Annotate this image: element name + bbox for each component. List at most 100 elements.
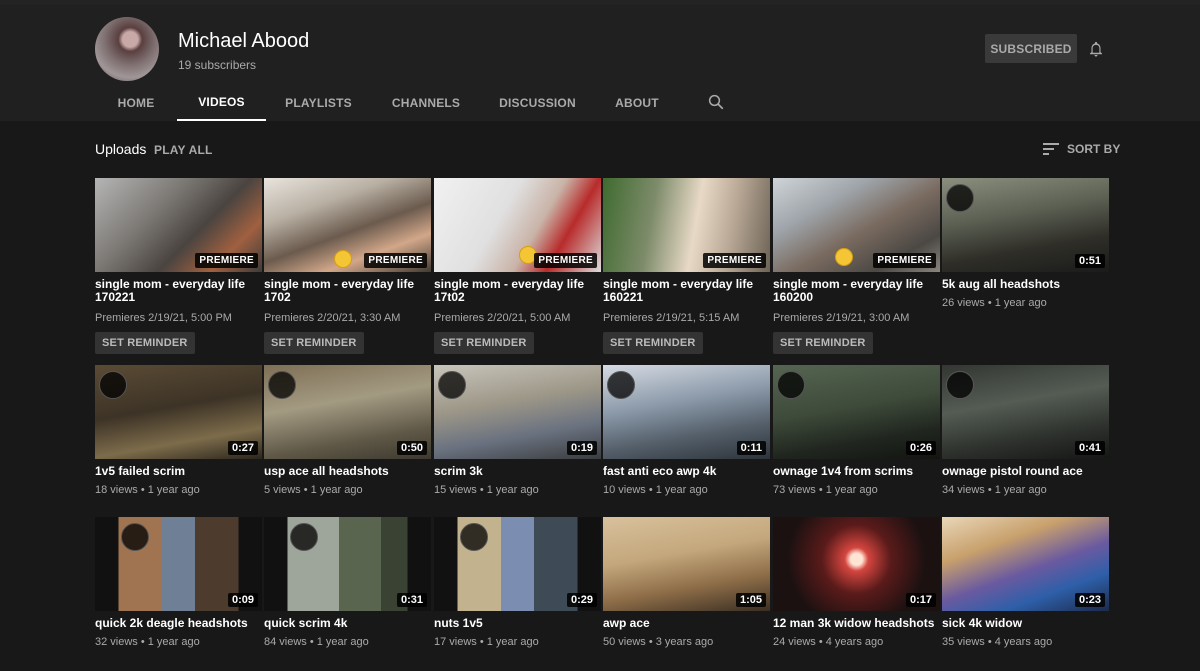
duration-badge: 1:05: [735, 593, 766, 607]
video-card[interactable]: 0:09 quick 2k deagle headshots 32 views …: [95, 517, 262, 649]
set-reminder-button[interactable]: SET REMINDER: [264, 332, 364, 354]
video-title[interactable]: awp ace: [603, 617, 770, 630]
video-card[interactable]: 0:27 1v5 failed scrim 18 views • 1 year …: [95, 365, 262, 497]
tab-channels[interactable]: CHANNELS: [371, 84, 481, 121]
video-card[interactable]: 0:29 nuts 1v5 17 views • 1 year ago: [434, 517, 601, 649]
video-thumbnail[interactable]: 0:11: [603, 365, 770, 459]
video-title[interactable]: single mom - everyday life 160221: [603, 278, 770, 304]
duration-badge: 0:11: [736, 441, 766, 455]
set-reminder-button[interactable]: SET REMINDER: [434, 332, 534, 354]
video-title[interactable]: quick scrim 4k: [264, 617, 431, 630]
video-card[interactable]: 0:51 5k aug all headshots 26 views • 1 y…: [942, 178, 1109, 310]
video-title[interactable]: usp ace all headshots: [264, 465, 431, 478]
duration-badge: 0:51: [1074, 254, 1105, 268]
video-title[interactable]: single mom - everyday life 170221: [95, 278, 262, 304]
video-thumbnail[interactable]: 0:51: [942, 178, 1109, 272]
video-title[interactable]: 12 man 3k widow headshots: [773, 617, 940, 630]
minimap-radar: [290, 523, 318, 551]
minimap-radar: [268, 371, 296, 399]
video-title[interactable]: ownage 1v4 from scrims: [773, 465, 940, 478]
emoji-sticker-icon: [334, 250, 352, 268]
video-card[interactable]: PREMIERE single mom - everyday life 1602…: [603, 178, 770, 354]
channel-header: Michael Abood 19 subscribers SUBSCRIBED …: [0, 5, 1200, 121]
video-card[interactable]: 0:31 quick scrim 4k 84 views • 1 year ag…: [264, 517, 431, 649]
video-card[interactable]: 0:23 sick 4k widow 35 views • 4 years ag…: [942, 517, 1109, 649]
tab-videos[interactable]: VIDEOS: [177, 84, 266, 121]
video-title[interactable]: sick 4k widow: [942, 617, 1109, 630]
channel-avatar[interactable]: [95, 17, 159, 81]
video-card[interactable]: 0:41 ownage pistol round ace 34 views • …: [942, 365, 1109, 497]
premiere-badge: PREMIERE: [703, 253, 766, 268]
tab-playlists[interactable]: PLAYLISTS: [266, 84, 371, 121]
video-title[interactable]: nuts 1v5: [434, 617, 601, 630]
video-thumbnail[interactable]: PREMIERE: [773, 178, 940, 272]
video-card[interactable]: 0:19 scrim 3k 15 views • 1 year ago: [434, 365, 601, 497]
subscribed-button[interactable]: SUBSCRIBED: [985, 34, 1077, 63]
sort-icon: [1043, 143, 1059, 155]
video-card[interactable]: PREMIERE single mom - everyday life 1702…: [264, 178, 431, 354]
duration-badge: 0:29: [566, 593, 597, 607]
tab-about[interactable]: ABOUT: [594, 84, 680, 121]
set-reminder-button[interactable]: SET REMINDER: [95, 332, 195, 354]
set-reminder-button[interactable]: SET REMINDER: [603, 332, 703, 354]
bell-icon[interactable]: [1087, 39, 1105, 59]
duration-badge: 0:50: [396, 441, 427, 455]
search-icon[interactable]: [707, 93, 725, 111]
duration-badge: 0:19: [566, 441, 597, 455]
video-card[interactable]: 1:05 awp ace 50 views • 3 years ago: [603, 517, 770, 649]
video-card[interactable]: PREMIERE single mom - everyday life 17t0…: [434, 178, 601, 354]
video-meta: Premieres 2/20/21, 5:00 AM: [434, 312, 571, 324]
video-thumbnail[interactable]: PREMIERE: [603, 178, 770, 272]
video-title[interactable]: 5k aug all headshots: [942, 278, 1109, 291]
premiere-badge: PREMIERE: [195, 253, 258, 268]
duration-badge: 0:27: [227, 441, 258, 455]
video-thumbnail[interactable]: PREMIERE: [264, 178, 431, 272]
set-reminder-button[interactable]: SET REMINDER: [773, 332, 873, 354]
video-thumbnail[interactable]: 0:41: [942, 365, 1109, 459]
video-thumbnail[interactable]: 0:26: [773, 365, 940, 459]
video-meta: 15 views • 1 year ago: [434, 484, 539, 496]
video-title[interactable]: 1v5 failed scrim: [95, 465, 262, 478]
minimap-radar: [777, 371, 805, 399]
tab-home[interactable]: HOME: [95, 84, 177, 121]
video-thumbnail[interactable]: 0:27: [95, 365, 262, 459]
video-card[interactable]: 0:17 12 man 3k widow headshots 24 views …: [773, 517, 940, 649]
sort-by-button[interactable]: SORT BY: [1043, 141, 1120, 157]
video-meta: 32 views • 1 year ago: [95, 636, 200, 648]
video-card[interactable]: 0:50 usp ace all headshots 5 views • 1 y…: [264, 365, 431, 497]
video-meta: Premieres 2/20/21, 3:30 AM: [264, 312, 401, 324]
video-thumbnail[interactable]: 0:50: [264, 365, 431, 459]
video-title[interactable]: quick 2k deagle headshots: [95, 617, 262, 630]
video-card[interactable]: 0:11 fast anti eco awp 4k 10 views • 1 y…: [603, 365, 770, 497]
video-card[interactable]: 0:26 ownage 1v4 from scrims 73 views • 1…: [773, 365, 940, 497]
video-title[interactable]: ownage pistol round ace: [942, 465, 1109, 478]
tab-discussion[interactable]: DISCUSSION: [481, 84, 594, 121]
duration-badge: 0:41: [1074, 441, 1105, 455]
minimap-radar: [946, 184, 974, 212]
video-thumbnail[interactable]: PREMIERE: [95, 178, 262, 272]
video-title[interactable]: single mom - everyday life 160200: [773, 278, 940, 304]
channel-name: Michael Abood: [178, 30, 310, 52]
video-grid: PREMIERE single mom - everyday life 1702…: [95, 178, 1110, 671]
minimap-radar: [460, 523, 488, 551]
video-thumbnail[interactable]: 0:17: [773, 517, 940, 611]
video-thumbnail[interactable]: 0:09: [95, 517, 262, 611]
video-thumbnail[interactable]: PREMIERE: [434, 178, 601, 272]
video-thumbnail[interactable]: 0:31: [264, 517, 431, 611]
video-thumbnail[interactable]: 0:23: [942, 517, 1109, 611]
play-all-button[interactable]: PLAY ALL: [154, 143, 213, 157]
video-title[interactable]: single mom - everyday life 1702: [264, 278, 431, 304]
video-title[interactable]: scrim 3k: [434, 465, 601, 478]
video-title[interactable]: single mom - everyday life 17t02: [434, 278, 601, 304]
video-meta: Premieres 2/19/21, 5:00 PM: [95, 312, 232, 324]
video-thumbnail[interactable]: 0:19: [434, 365, 601, 459]
minimap-radar: [607, 371, 635, 399]
video-card[interactable]: PREMIERE single mom - everyday life 1702…: [95, 178, 262, 354]
video-title[interactable]: fast anti eco awp 4k: [603, 465, 770, 478]
video-meta: 18 views • 1 year ago: [95, 484, 200, 496]
video-card[interactable]: PREMIERE single mom - everyday life 1602…: [773, 178, 940, 354]
uploads-heading: Uploads: [95, 141, 147, 157]
video-thumbnail[interactable]: 0:29: [434, 517, 601, 611]
video-thumbnail[interactable]: 1:05: [603, 517, 770, 611]
premiere-badge: PREMIERE: [364, 253, 427, 268]
